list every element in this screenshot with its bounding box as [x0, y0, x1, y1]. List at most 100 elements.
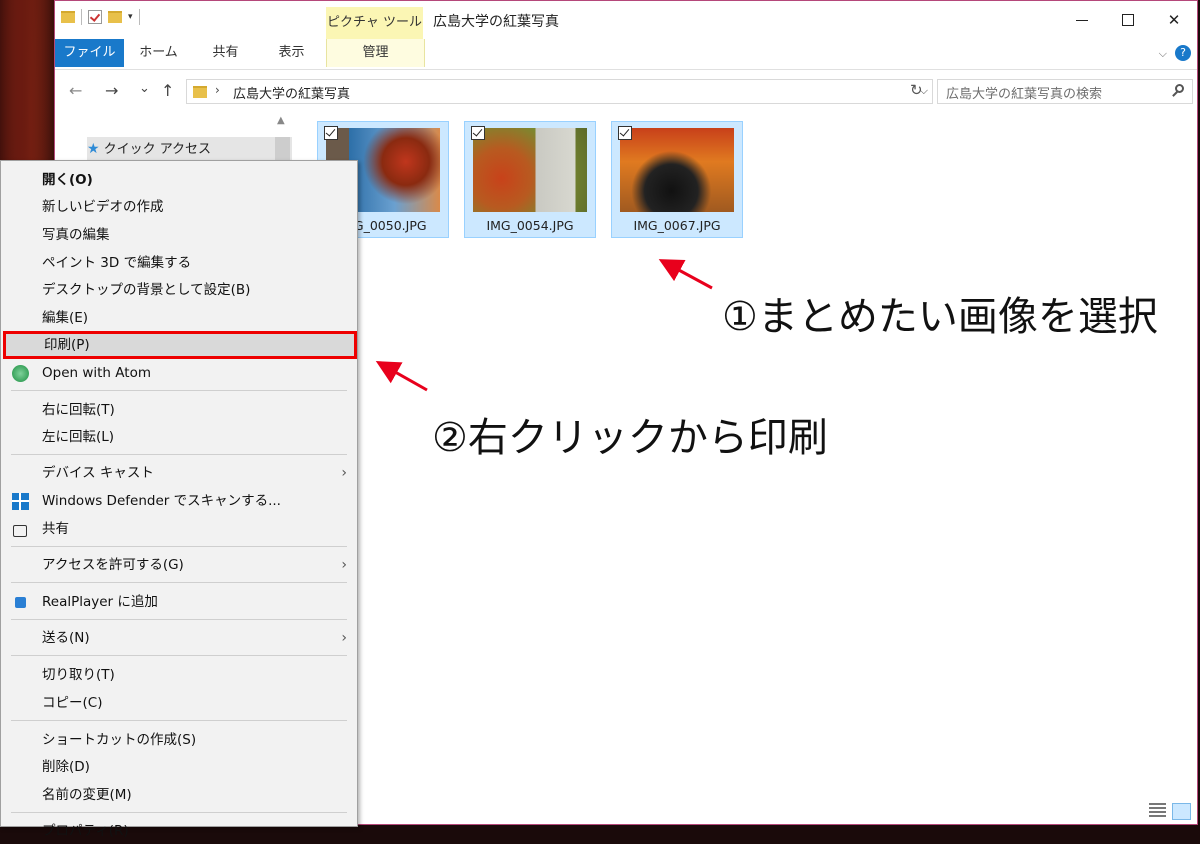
annotation-step-1: ①まとめたい画像を選択 — [722, 294, 1158, 340]
customize-toolbar-dropdown-icon[interactable]: ▾ — [128, 12, 133, 22]
expand-ribbon-chevron-icon[interactable]: ⌵ — [1159, 47, 1167, 61]
photo-building-sign-thumbnail — [473, 128, 587, 212]
menu-item-print[interactable]: 印刷(P) — [3, 331, 357, 359]
atom-icon — [12, 365, 29, 382]
window-controls: ✕ — [1059, 1, 1197, 39]
file-thumbnail[interactable]: IMG_0067.JPG — [611, 121, 743, 238]
scroll-up-icon[interactable]: ▲ — [277, 115, 285, 126]
maximize-button[interactable] — [1105, 1, 1151, 39]
menu-item-edit[interactable]: 編集(E) — [1, 305, 357, 331]
submenu-arrow-icon: › — [341, 465, 347, 481]
ribbon-tabs: ファイル ホーム 共有 表示 管理 ⌵ ? — [55, 39, 1197, 70]
file-thumbnail[interactable]: IMG_0054.JPG — [464, 121, 596, 238]
breadcrumb-current[interactable]: 広島大学の紅葉写真 — [233, 83, 350, 102]
menu-item-cut[interactable]: 切り取り(T) — [1, 662, 357, 688]
menu-item-label: Windows Defender でスキャンする... — [42, 493, 281, 509]
picture-tools-header: ピクチャ ツール — [326, 7, 423, 39]
back-button[interactable]: ← — [69, 81, 82, 100]
menu-separator — [11, 546, 347, 547]
quick-access-toolbar: ▾ — [61, 9, 140, 25]
search-input[interactable]: 広島大学の紅葉写真の検索 — [946, 83, 1102, 102]
view-toggle-group — [1149, 803, 1191, 820]
menu-item-label: 共有 — [42, 521, 69, 537]
menu-item-delete[interactable]: 削除(D) — [1, 754, 357, 780]
menu-item-label: RealPlayer に追加 — [42, 594, 158, 610]
menu-separator — [11, 390, 347, 391]
tab-manage[interactable]: 管理 — [326, 39, 425, 67]
new-folder-icon[interactable] — [108, 11, 122, 23]
menu-item-defender-scan[interactable]: Windows Defender でスキャンする... — [1, 488, 357, 514]
folder-icon — [61, 11, 75, 23]
menu-item-cast-to-device[interactable]: デバイス キャスト › — [1, 460, 357, 486]
menu-item-new-video[interactable]: 新しいビデオの作成 — [1, 194, 357, 220]
menu-item-rename[interactable]: 名前の変更(M) — [1, 782, 357, 808]
help-icon[interactable]: ? — [1175, 45, 1191, 61]
refresh-button[interactable]: ↻ — [910, 81, 923, 99]
menu-item-label: 送る(N) — [42, 630, 90, 646]
navigation-bar: ← → ⌄ ↑ › 広島大学の紅葉写真 ⌵ ↻ 広島大学の紅葉写真の検索 — [55, 73, 1197, 109]
menu-item-label: 削除(D) — [42, 759, 90, 775]
forward-button[interactable]: → — [105, 81, 118, 100]
breadcrumb-separator-icon: › — [215, 83, 220, 97]
menu-item-label: ペイント 3D で編集する — [42, 255, 192, 271]
file-name: IMG_0067.JPG — [633, 218, 721, 233]
menu-separator — [11, 619, 347, 620]
menu-item-label: コピー(C) — [42, 695, 103, 711]
menu-item-copy[interactable]: コピー(C) — [1, 690, 357, 716]
menu-item-properties[interactable]: プロパティ(R) — [1, 818, 357, 844]
submenu-arrow-icon: › — [341, 557, 347, 573]
menu-item-set-background[interactable]: デスクトップの背景として設定(B) — [1, 277, 357, 303]
photo-scooter-thumbnail — [620, 128, 734, 212]
selection-checkbox[interactable] — [324, 126, 338, 140]
menu-item-realplayer[interactable]: RealPlayer に追加 — [1, 589, 357, 615]
window-title: 広島大学の紅葉写真 — [433, 14, 559, 30]
menu-item-share[interactable]: 共有 — [1, 516, 357, 542]
share-icon — [13, 525, 27, 537]
menu-item-rotate-left[interactable]: 左に回転(L) — [1, 424, 357, 450]
menu-item-label: 左に回転(L) — [42, 429, 115, 445]
menu-item-label: 写真の編集 — [42, 227, 110, 243]
menu-item-label: 開く(O) — [42, 172, 93, 188]
menu-item-grant-access[interactable]: アクセスを許可する(G) › — [1, 552, 357, 578]
menu-separator — [11, 720, 347, 721]
nav-item-label: クイック アクセス — [103, 142, 212, 157]
menu-item-open[interactable]: 開く(O) — [1, 167, 357, 193]
menu-item-rotate-right[interactable]: 右に回転(T) — [1, 397, 357, 423]
menu-item-paint3d[interactable]: ペイント 3D で編集する — [1, 250, 357, 276]
tab-file[interactable]: ファイル — [55, 39, 124, 67]
tab-view[interactable]: 表示 — [264, 39, 319, 67]
details-view-icon[interactable] — [1149, 803, 1166, 818]
menu-item-label: デバイス キャスト — [42, 465, 154, 481]
menu-item-send-to[interactable]: 送る(N) › — [1, 625, 357, 651]
menu-separator — [11, 655, 347, 656]
address-bar[interactable]: › 広島大学の紅葉写真 ⌵ — [186, 79, 933, 104]
menu-item-label: デスクトップの背景として設定(B) — [42, 282, 251, 298]
maximize-icon — [1122, 14, 1134, 26]
properties-check-icon[interactable] — [88, 10, 102, 24]
menu-item-label: ショートカットの作成(S) — [42, 732, 197, 748]
close-button[interactable]: ✕ — [1151, 1, 1197, 39]
minimize-button[interactable] — [1059, 1, 1105, 39]
nav-item-quick-access[interactable]: ★ クイック アクセス — [87, 137, 292, 161]
picture-tools-label: ピクチャ ツール — [326, 15, 422, 30]
toolbar-divider — [81, 9, 82, 25]
up-button[interactable]: ↑ — [161, 81, 174, 100]
menu-item-label: 名前の変更(M) — [42, 787, 132, 803]
search-icon[interactable] — [1175, 84, 1184, 93]
menu-item-edit-photo[interactable]: 写真の編集 — [1, 222, 357, 248]
toolbar-divider — [138, 9, 140, 25]
search-box[interactable]: 広島大学の紅葉写真の検索 — [937, 79, 1193, 104]
menu-item-label: アクセスを許可する(G) — [42, 557, 184, 573]
menu-item-create-shortcut[interactable]: ショートカットの作成(S) — [1, 727, 357, 753]
menu-item-label: Open with Atom — [42, 365, 151, 381]
menu-item-open-with-atom[interactable]: Open with Atom — [1, 360, 357, 386]
tab-home[interactable]: ホーム — [131, 39, 186, 67]
recent-locations-chevron-icon[interactable]: ⌄ — [139, 81, 150, 96]
tab-share[interactable]: 共有 — [198, 39, 253, 67]
star-icon: ★ — [87, 141, 100, 157]
selection-checkbox[interactable] — [618, 126, 632, 140]
selection-checkbox[interactable] — [471, 126, 485, 140]
realplayer-icon — [15, 597, 26, 608]
windows-defender-icon — [12, 493, 29, 510]
large-icons-view-icon[interactable] — [1172, 803, 1191, 820]
